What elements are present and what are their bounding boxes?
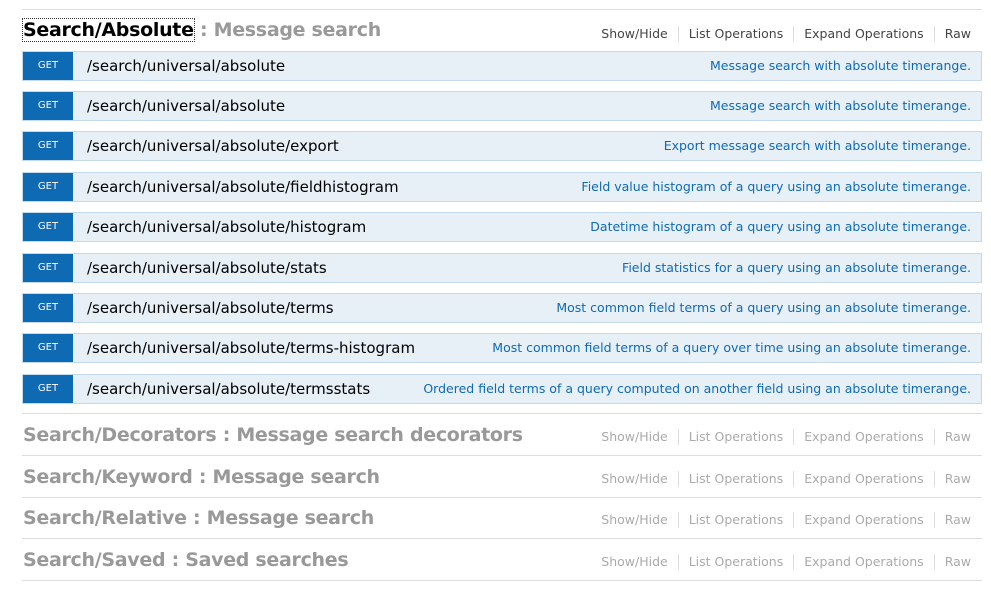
operation-summary[interactable]: Field statistics for a query using an ab… — [622, 254, 971, 282]
resource-options: Show/Hide List Operations Expand Operati… — [591, 554, 971, 570]
resource-separator: : — [216, 424, 237, 446]
resource-path-link[interactable]: Search/Decorators — [23, 424, 217, 446]
http-method-badge[interactable]: GET — [23, 334, 73, 362]
show-hide-link[interactable]: Show/Hide — [591, 554, 677, 570]
operation-summary[interactable]: Field value histogram of a query using a… — [581, 173, 971, 201]
resource-separator: : — [186, 507, 207, 529]
resource-heading: Search/Relative : Message search Show/Hi… — [22, 497, 982, 539]
resource-options: Show/Hide List Operations Expand Operati… — [591, 26, 971, 42]
resource-title[interactable]: Search/Absolute : Message search — [22, 18, 382, 42]
http-method-badge[interactable]: GET — [23, 52, 73, 80]
operation-summary[interactable]: Message search with absolute timerange. — [710, 52, 971, 80]
operation-row[interactable]: GET /search/universal/absolute/stats Fie… — [22, 253, 982, 283]
resource-path-link[interactable]: Search/Relative — [23, 507, 187, 529]
operation-path[interactable]: /search/universal/absolute/histogram — [87, 213, 366, 241]
operation-path[interactable]: /search/universal/absolute/terms — [87, 294, 334, 322]
raw-link[interactable]: Raw — [933, 471, 971, 487]
show-hide-link[interactable]: Show/Hide — [591, 429, 677, 445]
operation-path[interactable]: /search/universal/absolute/fieldhistogra… — [87, 173, 399, 201]
operation-summary[interactable]: Message search with absolute timerange. — [710, 92, 971, 120]
resource-title[interactable]: Search/Keyword : Message search — [23, 466, 380, 488]
http-method-badge[interactable]: GET — [23, 132, 73, 160]
operation-row[interactable]: GET /search/universal/absolute Message s… — [22, 51, 982, 81]
expand-operations-link[interactable]: Expand Operations — [793, 429, 933, 445]
operation-summary[interactable]: Export message search with absolute time… — [664, 132, 971, 160]
operation-path[interactable]: /search/universal/absolute/stats — [87, 254, 327, 282]
resource-title[interactable]: Search/Saved : Saved searches — [23, 549, 349, 571]
raw-link[interactable]: Raw — [933, 26, 971, 42]
resource-description: Message search — [206, 507, 375, 529]
resource-description: Message search — [213, 19, 382, 41]
resource-separator: : — [193, 19, 214, 41]
raw-link[interactable]: Raw — [933, 554, 971, 570]
resource-heading: Search/Absolute : Message search Show/Hi… — [22, 10, 982, 44]
resource-heading: Search/Keyword : Message search Show/Hid… — [22, 456, 982, 498]
http-method-badge[interactable]: GET — [23, 375, 73, 403]
operation-path[interactable]: /search/universal/absolute/terms-histogr… — [87, 334, 415, 362]
operation-summary[interactable]: Most common field terms of a query over … — [492, 334, 971, 362]
expand-operations-link[interactable]: Expand Operations — [793, 512, 933, 528]
operation-row[interactable]: GET /search/universal/absolute/terms Mos… — [22, 293, 982, 323]
resource-path-link[interactable]: Search/Saved — [23, 549, 166, 571]
http-method-badge[interactable]: GET — [23, 254, 73, 282]
resource-path-link[interactable]: Search/Absolute — [22, 18, 195, 42]
list-operations-link[interactable]: List Operations — [677, 26, 794, 42]
operation-summary[interactable]: Datetime histogram of a query using an a… — [590, 213, 971, 241]
list-operations-link[interactable]: List Operations — [677, 512, 794, 528]
operation-row[interactable]: GET /search/universal/absolute Message s… — [22, 91, 982, 121]
resource-separator: : — [165, 549, 186, 571]
http-method-badge[interactable]: GET — [23, 92, 73, 120]
resource-description: Message search decorators — [236, 424, 523, 446]
operation-path[interactable]: /search/universal/absolute/termsstats — [87, 375, 370, 403]
list-operations-link[interactable]: List Operations — [677, 429, 794, 445]
operation-row[interactable]: GET /search/universal/absolute/terms-his… — [22, 333, 982, 363]
operation-row[interactable]: GET /search/universal/absolute/histogram… — [22, 212, 982, 242]
list-operations-link[interactable]: List Operations — [677, 471, 794, 487]
operation-path[interactable]: /search/universal/absolute — [87, 52, 285, 80]
http-method-badge[interactable]: GET — [23, 173, 73, 201]
operation-summary[interactable]: Ordered field terms of a query computed … — [423, 375, 971, 403]
operation-summary[interactable]: Most common field terms of a query using… — [556, 294, 971, 322]
expand-operations-link[interactable]: Expand Operations — [793, 471, 933, 487]
operation-row[interactable]: GET /search/universal/absolute/termsstat… — [22, 374, 982, 404]
http-method-badge[interactable]: GET — [23, 294, 73, 322]
list-operations-link[interactable]: List Operations — [677, 554, 794, 570]
raw-link[interactable]: Raw — [933, 512, 971, 528]
operation-path[interactable]: /search/universal/absolute/export — [87, 132, 339, 160]
resource-heading: Search/Saved : Saved searches Show/Hide … — [22, 539, 982, 581]
resource-path-link[interactable]: Search/Keyword — [23, 466, 193, 488]
resource-title[interactable]: Search/Relative : Message search — [23, 507, 374, 529]
resource-options: Show/Hide List Operations Expand Operati… — [591, 471, 971, 487]
show-hide-link[interactable]: Show/Hide — [591, 512, 677, 528]
show-hide-link[interactable]: Show/Hide — [591, 471, 677, 487]
expand-operations-link[interactable]: Expand Operations — [793, 554, 933, 570]
resource-description: Message search — [212, 466, 380, 488]
resource-separator: : — [192, 466, 213, 488]
resource-heading: Search/Decorators : Message search decor… — [22, 414, 982, 456]
operation-row[interactable]: GET /search/universal/absolute/fieldhist… — [22, 172, 982, 202]
resource-options: Show/Hide List Operations Expand Operati… — [591, 429, 971, 445]
resource-description: Saved searches — [185, 549, 349, 571]
resource-options: Show/Hide List Operations Expand Operati… — [591, 512, 971, 528]
http-method-badge[interactable]: GET — [23, 213, 73, 241]
expand-operations-link[interactable]: Expand Operations — [793, 26, 933, 42]
show-hide-link[interactable]: Show/Hide — [591, 26, 677, 42]
raw-link[interactable]: Raw — [933, 429, 971, 445]
operation-path[interactable]: /search/universal/absolute — [87, 92, 285, 120]
resource-title[interactable]: Search/Decorators : Message search decor… — [23, 424, 523, 446]
operation-row[interactable]: GET /search/universal/absolute/export Ex… — [22, 131, 982, 161]
